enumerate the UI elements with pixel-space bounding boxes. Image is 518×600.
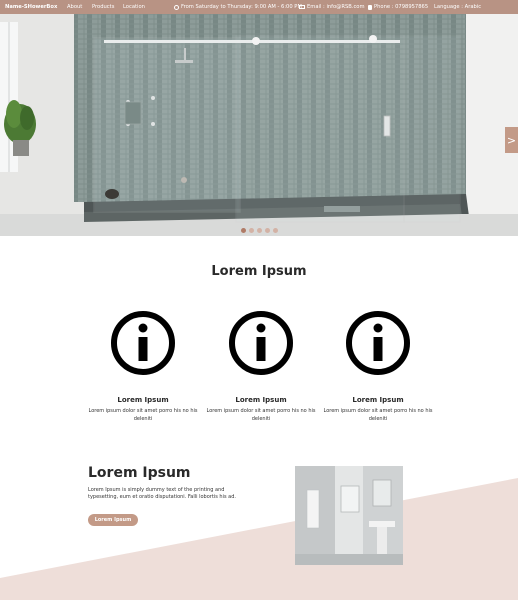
feature-text: Lorem ipsum dolor sit amet porro his no … [323, 408, 433, 422]
slider-dot[interactable] [257, 228, 262, 233]
site-logo[interactable]: Name-SHowerBox [5, 4, 57, 10]
slider-dot[interactable] [273, 228, 278, 233]
nav-location[interactable]: Location [123, 4, 145, 10]
about-title: Lorem Ipsum [88, 465, 191, 481]
info-icon [346, 311, 410, 375]
phone-icon [368, 4, 372, 10]
hero-image [0, 14, 518, 236]
clock-icon [174, 4, 179, 10]
slider-dot[interactable] [241, 228, 246, 233]
email-text: Email : info@RSB.com [307, 4, 365, 10]
about-button[interactable]: Lorem Ipsum [88, 514, 138, 526]
language-switch[interactable]: Language : Arabic [434, 4, 481, 10]
bottom-background-shape [0, 478, 518, 600]
feature-card: Lorem Ipsum Lorem ipsum dolor sit amet p… [88, 310, 198, 423]
opening-hours-text: From Saturday to Thursday: 9:00 AM - 6:0… [181, 4, 302, 10]
mail-icon [299, 5, 305, 9]
info-icon [229, 311, 293, 375]
feature-card: Lorem Ipsum Lorem ipsum dolor sit amet p… [206, 310, 316, 423]
bathroom-image [295, 466, 403, 565]
feature-title: Lorem Ipsum [235, 396, 287, 404]
about-text: Lorem Ipsum is simply dummy text of the … [88, 487, 236, 500]
slider-next-button[interactable]: > [505, 127, 518, 153]
feature-title: Lorem Ipsum [117, 396, 169, 404]
slider-pagination [241, 228, 278, 233]
slider-dot[interactable] [249, 228, 254, 233]
feature-text: Lorem ipsum dolor sit amet porro his no … [88, 408, 198, 422]
phone-info[interactable]: Phone : 0798957865 [368, 4, 428, 10]
slider-dot[interactable] [265, 228, 270, 233]
feature-text: Lorem ipsum dolor sit amet porro his no … [206, 408, 316, 422]
feature-title: Lorem Ipsum [352, 396, 404, 404]
info-icon [111, 311, 175, 375]
nav-about[interactable]: About [67, 4, 82, 10]
phone-text: Phone : 0798957865 [374, 4, 429, 10]
opening-hours: From Saturday to Thursday: 9:00 AM - 6:0… [174, 4, 302, 10]
email-info[interactable]: Email : info@RSB.com [299, 4, 365, 10]
top-bar: Name-SHowerBox About Products Location F… [0, 0, 518, 14]
features-title: Lorem Ipsum [211, 264, 307, 279]
bathroom-photo [295, 466, 403, 565]
feature-card: Lorem Ipsum Lorem ipsum dolor sit amet p… [323, 310, 433, 423]
hero-slider: > [0, 14, 518, 236]
nav-products[interactable]: Products [92, 4, 114, 10]
